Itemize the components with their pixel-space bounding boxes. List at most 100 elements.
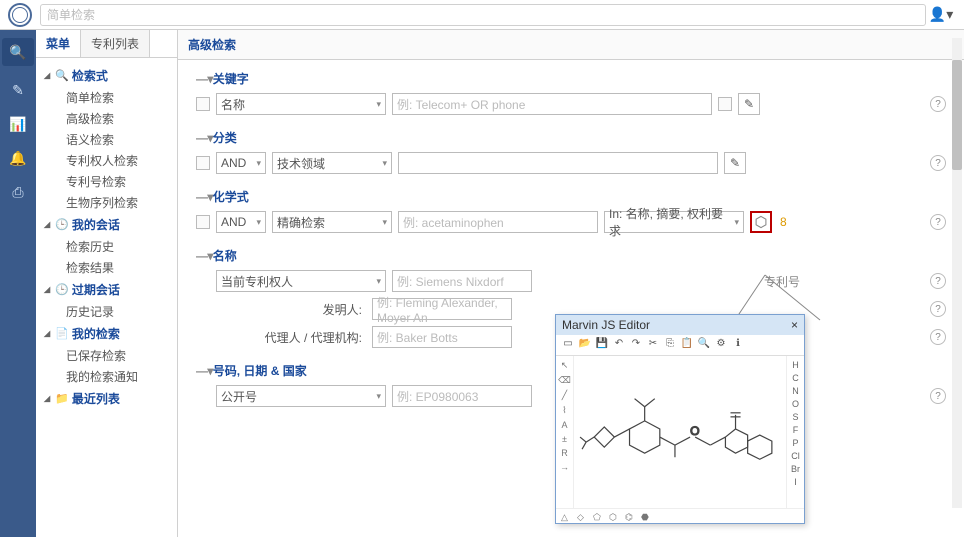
settings-icon[interactable]: ⚙ [714, 338, 728, 352]
tree-group[interactable]: 📁最近列表 [44, 387, 173, 410]
pubnum-input[interactable]: 例: EP0980063 [392, 385, 532, 407]
chem-mode-select[interactable]: 精确检索 [272, 211, 392, 233]
ring5-icon[interactable]: ⬠ [593, 512, 605, 524]
tab-patent-list[interactable]: 专利列表 [81, 30, 150, 57]
section-classify[interactable]: 分类 [196, 129, 946, 152]
save-icon[interactable]: 💾 [595, 338, 609, 352]
tree-item[interactable]: 检索历史 [44, 236, 173, 257]
tree-item[interactable]: 高级检索 [44, 108, 173, 129]
tree-group[interactable]: 🔍检索式 [44, 64, 173, 87]
tool-chain-icon[interactable]: ⌇ [562, 405, 566, 416]
tool-select-icon[interactable]: ↖ [561, 360, 569, 371]
rail-stats-icon[interactable]: 📊 [8, 114, 28, 134]
chem-input[interactable]: 例: acetaminophen [398, 211, 598, 233]
section-chemical[interactable]: 化学式 [196, 188, 946, 211]
rail-bell-icon[interactable]: 🔔 [8, 148, 28, 168]
keyword-field-select[interactable]: 名称 [216, 93, 386, 115]
tool-bond-icon[interactable]: ╱ [562, 390, 567, 401]
open-icon[interactable]: 📂 [578, 338, 592, 352]
atom-S[interactable]: S [792, 412, 798, 422]
names-field-select[interactable]: 当前专利权人 [216, 270, 386, 292]
zoom-icon[interactable]: 🔍 [697, 338, 711, 352]
global-search-input[interactable]: 简单检索 [40, 4, 926, 26]
rail-edit-icon[interactable]: ✎ [8, 80, 28, 100]
tree-item[interactable]: 历史记录 [44, 301, 173, 322]
redo-icon[interactable]: ↷ [629, 338, 643, 352]
atom-Cl[interactable]: Cl [791, 451, 800, 461]
tree-item[interactable]: 专利号检索 [44, 171, 173, 192]
ring4-icon[interactable]: ◇ [577, 512, 589, 524]
wand-icon[interactable]: ✎ [738, 93, 760, 115]
tree-item[interactable]: 生物序列检索 [44, 192, 173, 213]
cut-icon[interactable]: ✂ [646, 338, 660, 352]
ring3-icon[interactable]: △ [561, 512, 573, 524]
tree-item[interactable]: 检索结果 [44, 257, 173, 278]
keyword-input[interactable]: 例: Telecom+ OR phone [392, 93, 712, 115]
classify-op-select[interactable]: AND [216, 152, 266, 174]
tool-charge-icon[interactable]: ± [562, 434, 567, 444]
paste-icon[interactable]: 📋 [680, 338, 694, 352]
help-icon[interactable]: ? [930, 96, 946, 112]
close-icon[interactable]: × [791, 318, 798, 332]
tree-item[interactable]: 专利权人检索 [44, 150, 173, 171]
tool-erase-icon[interactable]: ⌫ [558, 375, 571, 386]
atom-N[interactable]: N [792, 386, 799, 396]
atom-F[interactable]: F [793, 425, 799, 435]
add-row-icon[interactable] [196, 156, 210, 170]
codes-field-select[interactable]: 公开号 [216, 385, 386, 407]
assignee-input[interactable]: 例: Siemens Nixdorf [392, 270, 532, 292]
suffix-label: 专利号 [764, 273, 800, 290]
rail-search-icon[interactable]: 🔍 [2, 38, 34, 66]
inventor-input[interactable]: 例: Fleming Alexander, Moyer An [372, 298, 512, 320]
classify-field-select[interactable]: 技术领域 [272, 152, 392, 174]
atom-O[interactable]: O [792, 399, 799, 409]
tree-group[interactable]: 📄我的检索 [44, 322, 173, 345]
tool-arrow-icon[interactable]: → [560, 462, 569, 472]
tree-item[interactable]: 已保存检索 [44, 345, 173, 366]
editor-canvas[interactable]: O [574, 356, 786, 508]
tree-group[interactable]: 🕒我的会话 [44, 213, 173, 236]
tree-group[interactable]: 🕒过期会话 [44, 278, 173, 301]
tree-item[interactable]: 简单检索 [44, 87, 173, 108]
info-icon[interactable]: ℹ [731, 338, 745, 352]
structure-editor-button[interactable] [750, 211, 772, 233]
add-row-icon[interactable] [196, 215, 210, 229]
help-icon[interactable]: ? [930, 301, 946, 317]
tree-item[interactable]: 我的检索通知 [44, 366, 173, 387]
section-names[interactable]: 名称 [196, 247, 946, 270]
ring7-icon[interactable]: ⬣ [641, 512, 653, 524]
extra-box[interactable] [718, 97, 732, 111]
new-icon[interactable]: ▭ [561, 338, 575, 352]
chem-op-select[interactable]: AND [216, 211, 266, 233]
atom-H[interactable]: H [792, 360, 799, 370]
tool-text-icon[interactable]: A [561, 420, 567, 430]
atom-I[interactable]: I [794, 477, 797, 487]
wand-icon[interactable]: ✎ [724, 152, 746, 174]
ring6b-icon[interactable]: ⌬ [625, 512, 637, 524]
help-icon[interactable]: ? [930, 329, 946, 345]
atom-Br[interactable]: Br [791, 464, 800, 474]
chem-in-select[interactable]: In: 名称, 摘要, 权利要求 [604, 211, 744, 233]
help-icon[interactable]: ? [930, 273, 946, 289]
marvin-editor-window[interactable]: Marvin JS Editor× ▭📂💾↶↷✂⎘📋🔍⚙ℹ ↖⌫╱⌇A±R→ O [555, 314, 805, 524]
tree-item[interactable]: 语义检索 [44, 129, 173, 150]
classify-input[interactable] [398, 152, 718, 174]
add-row-icon[interactable] [196, 97, 210, 111]
tab-menu[interactable]: 菜单 [36, 30, 81, 57]
agent-input[interactable]: 例: Baker Botts [372, 326, 512, 348]
tool-r-icon[interactable]: R [561, 448, 568, 458]
ring6-icon[interactable]: ⬡ [609, 512, 621, 524]
help-icon[interactable]: ? [930, 214, 946, 230]
user-menu-icon[interactable]: 👤▾ [926, 6, 956, 23]
atom-C[interactable]: C [792, 373, 799, 383]
section-keyword[interactable]: 关键字 [196, 70, 946, 93]
left-rail: 🔍 ✎ 📊 🔔 ⎙ [0, 30, 36, 537]
help-icon[interactable]: ? [930, 388, 946, 404]
undo-icon[interactable]: ↶ [612, 338, 626, 352]
help-icon[interactable]: ? [930, 155, 946, 171]
scrollbar-thumb[interactable] [952, 60, 962, 170]
rail-export-icon[interactable]: ⎙ [8, 182, 28, 202]
page-title: 高级检索 [178, 30, 964, 60]
copy-icon[interactable]: ⎘ [663, 338, 677, 352]
atom-P[interactable]: P [792, 438, 798, 448]
